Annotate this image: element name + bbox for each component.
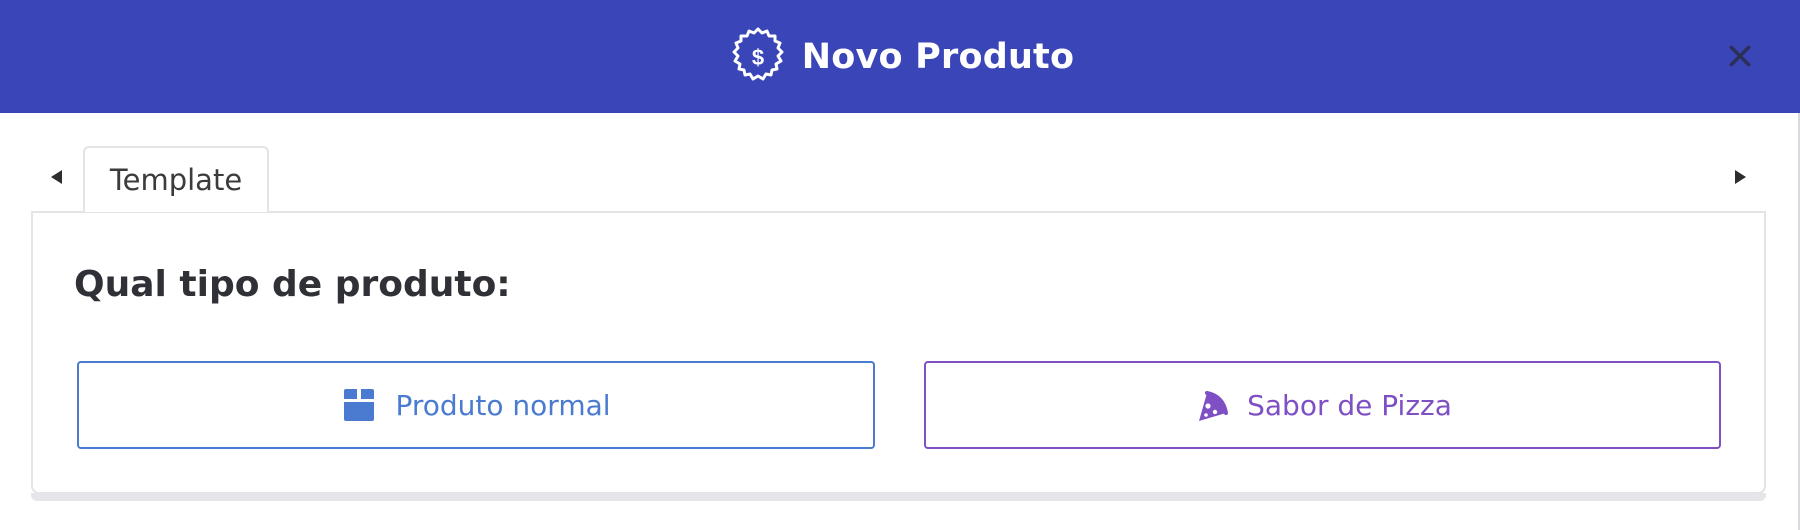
pizza-flavor-label: Sabor de Pizza: [1247, 388, 1452, 422]
modal-title: Novo Produto: [801, 36, 1075, 77]
pizza-slice-icon: [1193, 387, 1229, 423]
tab-scroll-right-button[interactable]: [1728, 165, 1752, 189]
product-type-question: Qual tipo de produto:: [74, 264, 511, 305]
dollar-badge-icon: $: [726, 25, 790, 89]
template-panel: Qual tipo de produto: Produto normal Sab…: [31, 211, 1766, 494]
pizza-flavor-button[interactable]: Sabor de Pizza: [924, 361, 1721, 449]
close-button[interactable]: [1722, 38, 1758, 74]
panel-footer-bar: [31, 493, 1766, 501]
normal-product-button[interactable]: Produto normal: [77, 361, 875, 449]
box-icon: [341, 387, 377, 423]
modal-header: $ Novo Produto: [0, 0, 1800, 113]
tab-label: Template: [109, 163, 243, 197]
svg-text:$: $: [752, 45, 764, 70]
caret-right-icon: [1735, 170, 1746, 184]
new-product-modal: $ Novo Produto Template Qual tipo de pro…: [0, 0, 1800, 530]
caret-left-icon: [51, 170, 62, 184]
tab-template[interactable]: Template: [83, 146, 269, 212]
normal-product-label: Produto normal: [395, 388, 611, 422]
header-title-group: $ Novo Produto: [726, 25, 1075, 89]
tab-scroll-left-button[interactable]: [45, 165, 69, 189]
close-icon: [1729, 45, 1751, 67]
